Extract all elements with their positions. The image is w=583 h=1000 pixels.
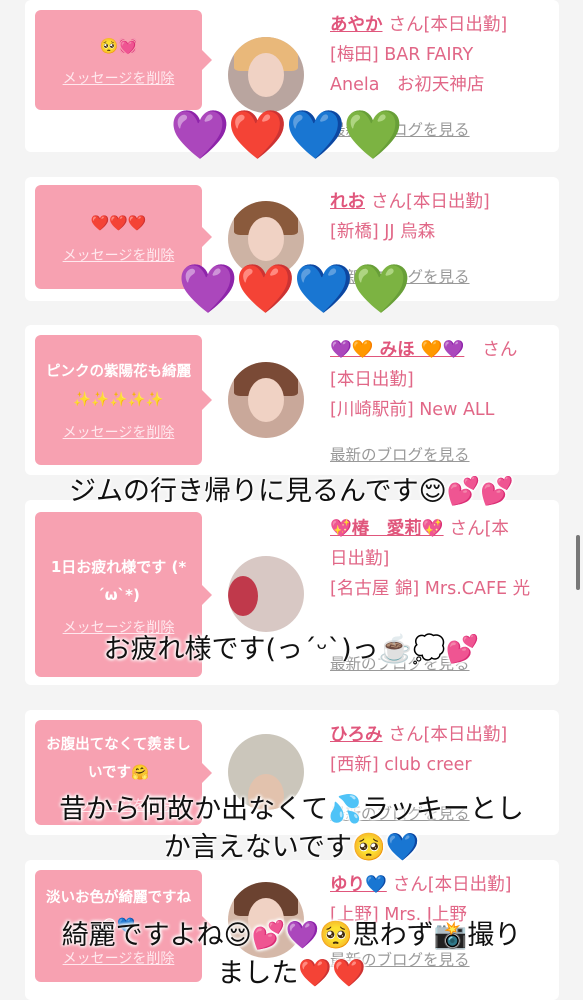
avatar[interactable] <box>228 362 304 438</box>
message-text: ❤️❤️❤️ <box>90 214 147 232</box>
caption-text: ジムの行き帰りに見るんです😌💕💕 <box>68 476 515 507</box>
shop-line: [名古屋 錦] Mrs.CAFE 光 <box>330 579 531 599</box>
shop-line: [梅田] BAR FAIRY <box>330 45 474 65</box>
avatar[interactable] <box>228 556 304 632</box>
girl-card: ピンクの紫陽花も綺麗 ✨✨✨✨✨ メッセージを削除 💜🧡 みほ 🧡💜 さん [本日… <box>25 325 559 475</box>
caption-text: お疲れ様です(っ´ᵕ`)っ☕️💭💕 <box>103 634 480 665</box>
shop-line: Anela お初天神店 <box>330 75 485 95</box>
message-bubble: 🥺💓 メッセージを削除 <box>35 10 212 110</box>
message-bubble: ピンクの紫陽花も綺麗 ✨✨✨✨✨ メッセージを削除 <box>35 335 212 465</box>
girl-name-link[interactable]: ひろみ <box>330 725 383 745</box>
girl-name-link[interactable]: 💖椿 愛莉💖 <box>330 519 444 539</box>
girl-name-link[interactable]: れお <box>330 192 365 212</box>
delete-message-link[interactable]: メッセージを削除 <box>63 68 175 88</box>
shop-line: [西新] club creer <box>330 755 472 775</box>
girl-name-link[interactable]: 💜🧡 みほ 🧡💜 <box>330 340 464 360</box>
shop-line: [川崎駅前] New ALL <box>330 400 495 420</box>
message-bubble: ❤️❤️❤️ メッセージを削除 <box>35 185 212 289</box>
girl-name-link[interactable]: あやか <box>330 15 383 35</box>
delete-message-link[interactable]: メッセージを削除 <box>63 245 175 265</box>
shop-line: [新橋] JJ 烏森 <box>330 222 436 242</box>
avatar[interactable] <box>228 37 304 113</box>
delete-message-link[interactable]: メッセージを削除 <box>63 422 175 442</box>
hearts-sticker: 💜❤️💙💚 <box>178 261 411 317</box>
shop-line: 日出勤] <box>330 549 390 569</box>
caption-text: か言えないです🥺💙 <box>163 832 420 863</box>
message-text: 🥺💓 <box>99 37 138 55</box>
caption-text: ました❤️❤️ <box>217 958 366 989</box>
girl-name-link[interactable]: ゆり💙 <box>330 875 387 895</box>
latest-blog-link[interactable]: 最新のブログを見る <box>330 443 470 465</box>
caption-text: 綺麗ですよね😌💕💜🥺思わず📸撮り <box>61 920 522 951</box>
shop-line: [本日出勤] <box>330 370 414 390</box>
scrollbar[interactable] <box>576 535 580 590</box>
caption-text: 昔から何故か出なくて💦ラッキーとし <box>59 794 524 825</box>
message-text: 1日お疲れ様です (*´ω`*) <box>50 557 187 604</box>
message-text: お腹出てなくて羨ましいです🤗 <box>46 736 191 781</box>
hearts-sticker: 💜❤️💙💚 <box>170 107 403 163</box>
message-text: ピンクの紫陽花も綺麗 ✨✨✨✨✨ <box>46 364 191 408</box>
